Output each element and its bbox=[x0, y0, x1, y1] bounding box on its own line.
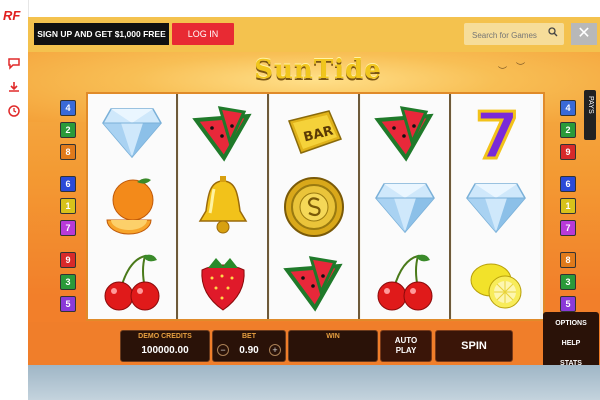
win-panel: WIN bbox=[288, 330, 378, 362]
reel-1 bbox=[88, 94, 178, 319]
bet-label: BET bbox=[242, 333, 256, 340]
payline-button-2[interactable]: 2 bbox=[60, 122, 76, 138]
sun-coin-symbol bbox=[270, 169, 358, 244]
help-button[interactable]: HELP bbox=[543, 336, 599, 352]
spin-button[interactable]: SPIN bbox=[435, 330, 513, 362]
seven-label: 7 bbox=[475, 100, 520, 164]
watermelon-symbol bbox=[270, 244, 358, 319]
reel-2 bbox=[179, 94, 269, 319]
diamond-symbol bbox=[452, 169, 540, 244]
left-sidebar: RF bbox=[0, 0, 29, 400]
demo-credits-panel: DEMO CREDITS 100000.00 bbox=[120, 330, 210, 362]
history-icon[interactable] bbox=[7, 104, 21, 118]
seven-symbol: 7 bbox=[452, 94, 540, 169]
bird-icon: ︶ bbox=[498, 66, 508, 76]
site-logo[interactable]: RF bbox=[3, 8, 20, 23]
cherries-symbol bbox=[361, 244, 449, 319]
strawberry-symbol bbox=[179, 244, 267, 319]
reel-3: BAR bbox=[270, 94, 360, 319]
payline-button-9[interactable]: 9 bbox=[60, 252, 76, 268]
reel-5: 7 bbox=[452, 94, 540, 319]
payline-button-7[interactable]: 7 bbox=[560, 220, 576, 236]
payline-button-7[interactable]: 7 bbox=[60, 220, 76, 236]
payline-button-5[interactable]: 5 bbox=[560, 296, 576, 312]
diamond-symbol bbox=[88, 94, 176, 169]
payline-button-5[interactable]: 5 bbox=[60, 296, 76, 312]
options-button[interactable]: OPTIONS bbox=[543, 316, 599, 332]
payline-button-9[interactable]: 9 bbox=[560, 144, 576, 160]
download-icon[interactable] bbox=[7, 80, 21, 94]
signup-button[interactable]: SIGN UP AND GET $1,000 FREE bbox=[34, 23, 169, 45]
close-button[interactable]: ✕ bbox=[571, 23, 597, 45]
autoplay-button[interactable]: AUTO PLAY bbox=[380, 330, 432, 362]
payline-button-6[interactable]: 6 bbox=[560, 176, 576, 192]
control-bar: DEMO CREDITS 100000.00 BET − 0.90 + WIN … bbox=[28, 312, 600, 400]
bet-increase-button[interactable]: + bbox=[269, 344, 281, 356]
diamond-symbol bbox=[361, 169, 449, 244]
demo-credits-label: DEMO CREDITS bbox=[138, 333, 192, 340]
payline-button-1[interactable]: 1 bbox=[560, 198, 576, 214]
game-frame: SunTide ︶ ︶ 4 2 8 6 1 7 9 3 5 4 2 9 6 1 7 8 3 5 PAYS BAR… bbox=[28, 52, 600, 400]
payline-button-3[interactable]: 3 bbox=[560, 274, 576, 290]
bar-symbol: BAR bbox=[270, 94, 358, 169]
login-button[interactable]: LOG IN bbox=[172, 23, 234, 45]
reel-4 bbox=[361, 94, 451, 319]
lemon-symbol bbox=[452, 244, 540, 319]
payline-button-2[interactable]: 2 bbox=[560, 122, 576, 138]
win-label: WIN bbox=[326, 333, 340, 340]
paytable-tab[interactable]: PAYS bbox=[584, 90, 596, 140]
watermelon-symbol bbox=[361, 94, 449, 169]
bird-icon: ︶ bbox=[516, 62, 526, 72]
payline-button-1[interactable]: 1 bbox=[60, 198, 76, 214]
bell-symbol bbox=[179, 169, 267, 244]
payline-button-4[interactable]: 4 bbox=[60, 100, 76, 116]
demo-credits-value: 100000.00 bbox=[141, 345, 189, 356]
payline-button-8[interactable]: 8 bbox=[60, 144, 76, 160]
search-input[interactable] bbox=[470, 26, 546, 44]
bet-panel: BET − 0.90 + bbox=[212, 330, 286, 362]
sea-background bbox=[28, 365, 600, 400]
payline-button-3[interactable]: 3 bbox=[60, 274, 76, 290]
payline-button-8[interactable]: 8 bbox=[560, 252, 576, 268]
cherries-symbol bbox=[88, 244, 176, 319]
chat-icon[interactable] bbox=[7, 56, 21, 70]
search-icon[interactable] bbox=[548, 27, 558, 40]
watermelon-symbol bbox=[179, 94, 267, 169]
payline-button-4[interactable]: 4 bbox=[560, 100, 576, 116]
reels-area: BAR 7 bbox=[86, 92, 545, 321]
top-bar: SIGN UP AND GET $1,000 FREE LOG IN ✕ bbox=[28, 17, 600, 52]
payline-button-6[interactable]: 6 bbox=[60, 176, 76, 192]
game-title-logo: SunTide bbox=[254, 55, 382, 85]
orange-symbol bbox=[88, 169, 176, 244]
search-box[interactable] bbox=[464, 23, 564, 45]
